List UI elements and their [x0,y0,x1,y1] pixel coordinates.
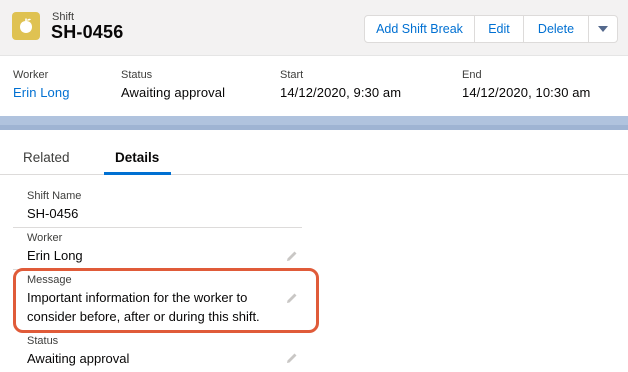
edit-button[interactable]: Edit [474,15,524,43]
field-label: Worker [27,232,63,244]
worker-field-link[interactable]: Erin Long [27,248,83,263]
record-header: Shift SH-0456 Add Shift Break Edit Delet… [0,0,628,55]
highlights-panel: Worker Erin Long Status Awaiting approva… [0,55,628,116]
status-field-value: Awaiting approval [27,351,130,366]
record-title: SH-0456 [51,22,124,42]
divider-band [0,116,628,130]
shift-icon [12,12,40,40]
highlight-worker: Worker Erin Long [13,69,70,100]
active-tab-indicator [104,172,171,175]
highlight-callout-box [13,268,319,333]
highlight-end: End 14/12/2020, 10:30 am [462,69,591,100]
field-status: Status Awaiting approval [13,332,302,372]
tab-related[interactable]: Related [23,150,70,165]
end-value: 14/12/2020, 10:30 am [462,85,591,100]
edit-pencil-icon[interactable] [286,352,298,364]
shift-name-value: SH-0456 [27,206,79,221]
edit-pencil-icon[interactable] [286,250,298,262]
field-label: Shift Name [27,190,82,202]
highlight-label: Status [121,69,153,81]
field-shift-name: Shift Name SH-0456 [13,187,302,228]
highlight-start: Start 14/12/2020, 9:30 am [280,69,401,100]
status-value: Awaiting approval [121,85,226,100]
more-actions-button[interactable] [588,15,618,43]
field-label: Status [27,335,59,347]
field-worker: Worker Erin Long [13,229,302,270]
highlight-status: Status Awaiting approval [121,69,225,100]
start-value: 14/12/2020, 9:30 am [280,85,402,100]
highlight-label: End [462,69,482,81]
worker-link[interactable]: Erin Long [13,85,70,100]
highlight-label: Worker [13,69,49,81]
highlight-label: Start [280,69,304,81]
tab-details[interactable]: Details [115,150,159,165]
action-button-group: Add Shift Break Edit Delete [364,15,618,43]
add-shift-break-button[interactable]: Add Shift Break [364,15,475,43]
chevron-down-icon [598,26,608,32]
tab-bar: Related Details [0,140,628,175]
delete-button[interactable]: Delete [523,15,589,43]
